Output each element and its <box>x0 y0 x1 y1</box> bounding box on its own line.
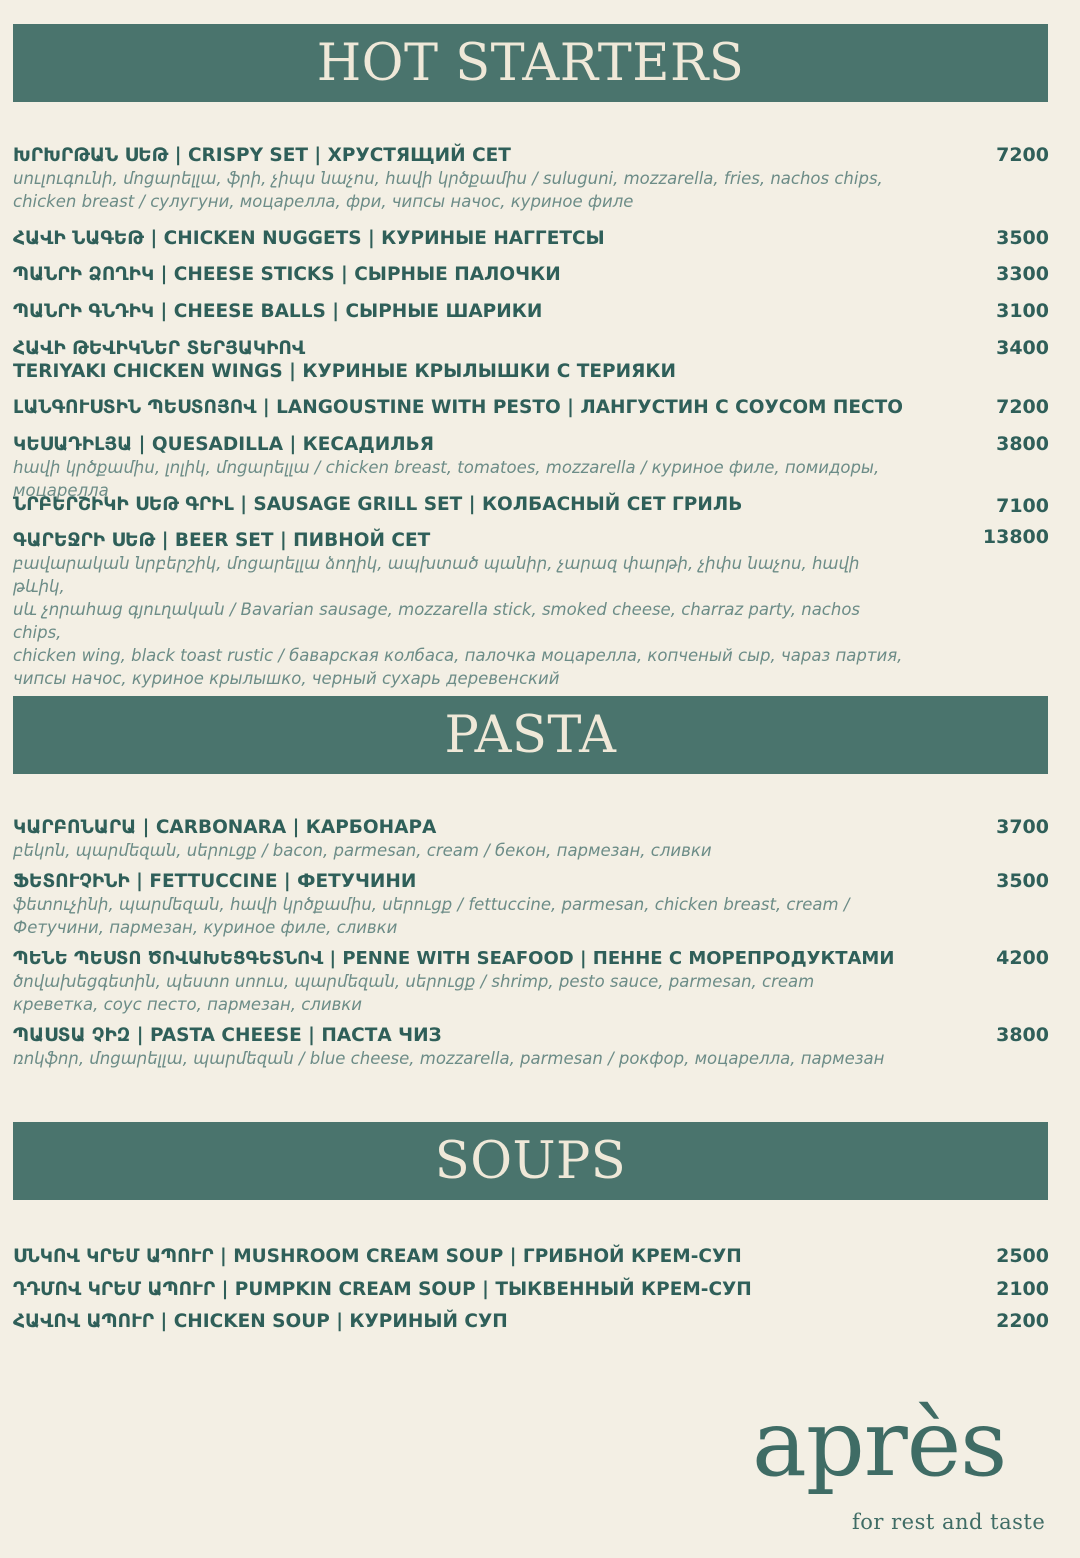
section-banner-pasta: PASTA <box>13 696 1048 774</box>
section-title: HOT STARTERS <box>316 33 745 93</box>
item-name: ՀԱՎԻ ՆԱԳԵԹ | CHICKEN NUGGETS | КУРИНЫЕ Н… <box>13 228 605 249</box>
menu-item: ԽՐԽՐԹԱՆ ՍԵԹ | CRISPY SET | ХРУСТЯЩИЙ СЕТ… <box>13 144 1049 213</box>
item-description: ֆետուչինի, պարմեզան, հավի կրծքամիս, սերո… <box>13 895 850 937</box>
brand-logo: après for rest and taste <box>752 1398 1052 1540</box>
item-price: 3400 <box>996 337 1049 359</box>
menu-item: ՊԱՆՐԻ ԳՆԴԻԿ | CHEESE BALLS | СЫРНЫЕ ШАРИ… <box>13 300 1049 323</box>
item-price: 4200 <box>996 947 1049 969</box>
item-description: ծովախեցգետին, պեստո սոուս, պարմեզան, սեր… <box>13 972 815 1014</box>
item-name: ՆՐԲԵՐՇԻԿԻ ՍԵԹ ԳՐԻԼ | SAUSAGE GRILL SET |… <box>13 494 743 515</box>
section-title: PASTA <box>444 705 617 765</box>
item-name: ՊԱՆՐԻ ԳՆԴԻԿ | CHEESE BALLS | СЫРНЫЕ ШАРИ… <box>13 301 543 322</box>
item-name: ՀԱՎՈՎ ԱՊՈՒՐ | CHICKEN SOUP | КУРИНЫЙ СУП <box>13 1311 508 1332</box>
item-price: 7200 <box>996 144 1049 166</box>
menu-item: ՀԱՎՈՎ ԱՊՈՒՐ | CHICKEN SOUP | КУРИНЫЙ СУП… <box>13 1310 1049 1333</box>
menu-item: ԴԴՄՈՎ ԿՐԵՄ ԱՊՈՒՐ | PUMPKIN CREAM SOUP | … <box>13 1278 1049 1301</box>
item-description: բեկոն, պարմեզան, սերուցք / bacon, parmes… <box>13 841 712 860</box>
item-name: ԳԱՐԵՋՐԻ ՍԵԹ | BEER SET | ПИВНОЙ СЕТ <box>13 530 431 551</box>
section-banner-soups: SOUPS <box>13 1122 1048 1200</box>
item-name: ՊԵՆԵ ՊԵՍՏՈ ԾՈՎԱԽԵՑԳԵՏՆՈՎ | PENNE WITH SE… <box>13 948 895 969</box>
item-name: ԼԱՆԳՈՒՍՏԻՆ ՊԵՍՏՈՅՈՎ | LANGOUSTINE WITH P… <box>13 397 903 418</box>
menu-item: ՍՆԿՈՎ ԿՐԵՄ ԱՊՈՒՐ | MUSHROOM CREAM SOUP |… <box>13 1245 1049 1268</box>
item-name: ԴԴՄՈՎ ԿՐԵՄ ԱՊՈՒՐ | PUMPKIN CREAM SOUP | … <box>13 1279 752 1300</box>
item-name: ԿԵՍԱԴԻԼՅԱ | QUESADILLA | КЕСАДИЛЬЯ <box>13 434 434 455</box>
menu-item: ՊԱՆՐԻ ՁՈՂԻԿ | CHEESE STICKS | СЫРНЫЕ ПАЛ… <box>13 263 1049 286</box>
item-name: ՍՆԿՈՎ ԿՐԵՄ ԱՊՈՒՐ | MUSHROOM CREAM SOUP |… <box>13 1246 742 1267</box>
item-name: ՊԱՍՏԱ ՉԻԶ | PASTA CHEESE | ПАСТА ЧИЗ <box>13 1025 442 1046</box>
item-description: սուլուգունի, մոցարելլա, ֆրի, չիպս նաչոս,… <box>13 169 883 211</box>
brand-name: après <box>752 1390 1007 1497</box>
item-name: ՀԱՎԻ ԹԵՎԻԿՆԵՐ ՏԵՐՅԱԿԻՈՎ TERIYAKI CHICKEN… <box>13 338 676 382</box>
menu-item: ՀԱՎԻ ՆԱԳԵԹ | CHICKEN NUGGETS | КУРИНЫЕ Н… <box>13 227 1049 250</box>
item-price: 3500 <box>996 227 1049 249</box>
item-price: 3800 <box>996 433 1049 455</box>
item-price: 2100 <box>996 1278 1049 1300</box>
section-banner-hot-starters: HOT STARTERS <box>13 24 1048 102</box>
item-price: 3100 <box>996 300 1049 322</box>
item-price: 2200 <box>996 1310 1049 1332</box>
section-title: SOUPS <box>434 1131 627 1191</box>
item-price: 13800 <box>982 526 1049 548</box>
menu-item: ՆՐԲԵՐՇԻԿԻ ՍԵԹ ԳՐԻԼ | SAUSAGE GRILL SET |… <box>13 493 1049 517</box>
brand-tagline: for rest and taste <box>852 1510 1046 1534</box>
menu-item: ՖԵՏՈՒՉԻՆԻ | FETTUCCINE | ФЕТУЧИНИ ֆետուչ… <box>13 870 1049 939</box>
item-price: 3700 <box>996 816 1049 838</box>
menu-item: ԿԱՐԲՈՆԱՐԱ | CARBONARA | КАРБОНАРА բեկոն,… <box>13 816 1049 862</box>
menu-item: ՊԵՆԵ ՊԵՍՏՈ ԾՈՎԱԽԵՑԳԵՏՆՈՎ | PENNE WITH SE… <box>13 947 1049 1016</box>
menu-item: ԼԱՆԳՈՒՍՏԻՆ ՊԵՍՏՈՅՈՎ | LANGOUSTINE WITH P… <box>13 396 1049 419</box>
item-description: բավարական նրբերշիկ, մոցարելլա ձողիկ, ապխ… <box>13 554 903 688</box>
item-name: ԽՐԽՐԹԱՆ ՍԵԹ | CRISPY SET | ХРУСТЯЩИЙ СЕТ <box>13 145 511 166</box>
item-price: 3300 <box>996 263 1049 285</box>
item-price: 3800 <box>996 1024 1049 1046</box>
menu-item: ԳԱՐԵՋՐԻ ՍԵԹ | BEER SET | ПИВНОЙ СЕТ բավա… <box>13 526 1049 690</box>
item-name: ԿԱՐԲՈՆԱՐԱ | CARBONARA | КАРБОНАРА <box>13 817 437 838</box>
item-price: 2500 <box>996 1245 1049 1267</box>
menu-item: ԿԵՍԱԴԻԼՅԱ | QUESADILLA | КЕСАДИЛЬЯ հավի … <box>13 433 1049 502</box>
item-price: 7100 <box>996 495 1049 517</box>
item-price: 7200 <box>996 396 1049 418</box>
item-price: 3500 <box>996 870 1049 892</box>
item-name: ՖԵՏՈՒՉԻՆԻ | FETTUCCINE | ФЕТУЧИНИ <box>13 871 417 892</box>
menu-item: ՊԱՍՏԱ ՉԻԶ | PASTA CHEESE | ПАСТА ЧИЗ ռոկ… <box>13 1024 1049 1070</box>
menu-item: ՀԱՎԻ ԹԵՎԻԿՆԵՐ ՏԵՐՅԱԿԻՈՎ TERIYAKI CHICKEN… <box>13 337 1049 383</box>
item-name: ՊԱՆՐԻ ՁՈՂԻԿ | CHEESE STICKS | СЫРНЫЕ ПАЛ… <box>13 264 561 285</box>
item-description: ռոկֆոր, մոցարելլա, պարմեզան / blue chees… <box>13 1049 885 1068</box>
